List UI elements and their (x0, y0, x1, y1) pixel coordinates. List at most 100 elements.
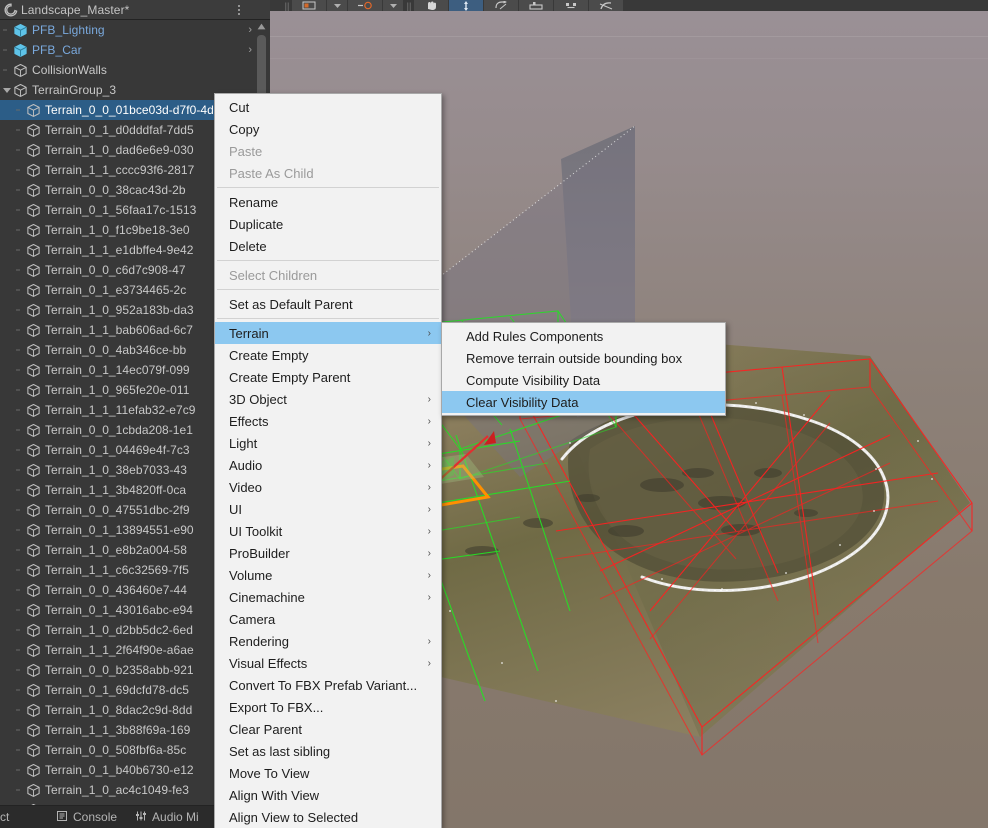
tree-branch-marker (13, 400, 26, 420)
prefab-cube-icon (14, 23, 27, 37)
tree-branch-marker (13, 520, 26, 540)
gameobject-cube-icon (27, 183, 40, 197)
gameobject-cube-icon (27, 163, 40, 177)
tree-branch-marker (13, 280, 26, 300)
gameobject-cube-icon (27, 123, 40, 137)
terrain-submenu[interactable]: Add Rules Components Remove terrain outsi… (441, 322, 726, 416)
tree-branch-marker (13, 500, 26, 520)
expand-arrow-icon[interactable] (0, 80, 13, 100)
context-menu-item[interactable]: Export To FBX... (215, 696, 441, 718)
context-menu-item[interactable]: Audio › (215, 454, 441, 476)
submenu-arrow-icon: › (427, 459, 431, 471)
transform-tool-icon[interactable] (589, 0, 623, 11)
context-menu-item-label: Create Empty (229, 347, 309, 363)
context-menu-item-label: Export To FBX... (229, 699, 324, 715)
context-menu-item-label: Duplicate (229, 216, 284, 232)
context-menu-item[interactable]: Video › (215, 476, 441, 498)
chevron-down-icon-2[interactable] (383, 0, 403, 11)
bottom-tab[interactable]: ct (0, 806, 48, 828)
bottom-tab-label: Console (73, 810, 118, 824)
context-menu-item[interactable]: UI Toolkit › (215, 520, 441, 542)
console-icon (56, 810, 68, 825)
scene-view-toolbar[interactable]: || || (270, 0, 988, 11)
gameobject-cube-icon (27, 663, 40, 677)
context-menu-item[interactable]: Copy (215, 118, 441, 140)
context-menu-item[interactable]: Align View to Selected (215, 806, 441, 828)
tree-branch-marker (13, 720, 26, 740)
hand-tool-icon[interactable] (414, 0, 448, 11)
chevron-down-icon[interactable] (327, 0, 347, 11)
move-tool-icon[interactable] (449, 0, 483, 11)
context-menu-item[interactable]: Camera (215, 608, 441, 630)
context-menu-item-label: Visual Effects (229, 655, 308, 671)
tree-branch-marker (13, 760, 26, 780)
kebab-menu-icon[interactable] (232, 0, 246, 20)
context-menu-item[interactable]: Duplicate (215, 213, 441, 235)
context-menu-item[interactable]: Terrain › (215, 322, 441, 344)
shaded-mode-icon[interactable] (292, 0, 326, 11)
hierarchy-row-label: Terrain_0_1_56faa17c-1513 (45, 203, 197, 217)
context-menu-item[interactable]: Set as Default Parent (215, 293, 441, 315)
context-menu-item[interactable]: Effects › (215, 410, 441, 432)
context-menu-item[interactable]: Visual Effects › (215, 652, 441, 674)
hierarchy-row-label: Terrain_1_1_2f64f90e-a6ae (45, 643, 194, 657)
context-menu-item[interactable]: Set as last sibling (215, 740, 441, 762)
audio-mixer-icon (135, 810, 147, 825)
context-menu-item[interactable]: Delete (215, 235, 441, 257)
context-menu-item[interactable]: Clear Parent (215, 718, 441, 740)
gameobject-cube-icon (27, 483, 40, 497)
rect-tool-icon[interactable] (554, 0, 588, 11)
context-menu-item[interactable]: Cinemachine › (215, 586, 441, 608)
submenu-item[interactable]: Remove terrain outside bounding box (442, 347, 725, 369)
context-menu-item[interactable]: ProBuilder › (215, 542, 441, 564)
tree-branch-marker (13, 600, 26, 620)
prefab-open-arrow-icon[interactable]: › (248, 20, 252, 40)
gameobject-cube-icon (27, 103, 40, 117)
submenu-item[interactable]: Clear Visibility Data (442, 391, 725, 413)
bottom-tab[interactable]: Audio Mi (127, 806, 209, 828)
context-menu-item[interactable]: UI › (215, 498, 441, 520)
context-menu-item[interactable]: Convert To FBX Prefab Variant... (215, 674, 441, 696)
context-menu-item[interactable]: 3D Object › (215, 388, 441, 410)
tree-branch-marker (13, 680, 26, 700)
submenu-item[interactable]: Compute Visibility Data (442, 369, 725, 391)
audio-gizmo-icon[interactable] (348, 0, 382, 11)
bottom-tab-label: Audio Mi (152, 810, 199, 824)
scroll-up-arrow-icon[interactable] (255, 20, 268, 33)
context-menu-item-label: Cinemachine (229, 589, 305, 605)
hierarchy-row-label: Terrain_0_1_b40b6730-e12 (45, 763, 194, 777)
hierarchy-row-label: Terrain_0_1_e3734465-2c (45, 283, 187, 297)
context-menu-item[interactable]: Create Empty (215, 344, 441, 366)
context-menu-item-label: Clear Parent (229, 721, 302, 737)
hierarchy-context-menu[interactable]: Cut Copy Paste Paste As Child Rename Duplicat… (214, 93, 442, 828)
tree-branch-marker (13, 100, 26, 120)
tree-branch-marker (0, 60, 13, 80)
context-menu-item[interactable]: Cut (215, 96, 441, 118)
hierarchy-row[interactable]: CollisionWalls (0, 60, 270, 80)
context-menu-item[interactable]: Align With View (215, 784, 441, 806)
context-menu-item[interactable]: Rendering › (215, 630, 441, 652)
bottom-tab[interactable]: Console (48, 806, 127, 828)
submenu-item[interactable]: Add Rules Components (442, 325, 725, 347)
scale-tool-icon[interactable] (519, 0, 553, 11)
gameobject-cube-icon (27, 543, 40, 557)
hierarchy-row[interactable]: PFB_Lighting › (0, 20, 270, 40)
rotate-tool-icon[interactable] (484, 0, 518, 11)
hierarchy-row[interactable]: PFB_Car › (0, 40, 270, 60)
tree-branch-marker (13, 200, 26, 220)
context-menu-item[interactable]: Volume › (215, 564, 441, 586)
context-menu-item[interactable]: Create Empty Parent (215, 366, 441, 388)
context-menu-item[interactable]: Rename (215, 191, 441, 213)
context-menu-item-label: Copy (229, 121, 260, 137)
context-menu-item[interactable]: Move To View (215, 762, 441, 784)
gameobject-cube-icon (27, 443, 40, 457)
tree-branch-marker (13, 620, 26, 640)
context-menu-item[interactable]: Light › (215, 432, 441, 454)
prefab-open-arrow-icon[interactable]: › (248, 40, 252, 60)
